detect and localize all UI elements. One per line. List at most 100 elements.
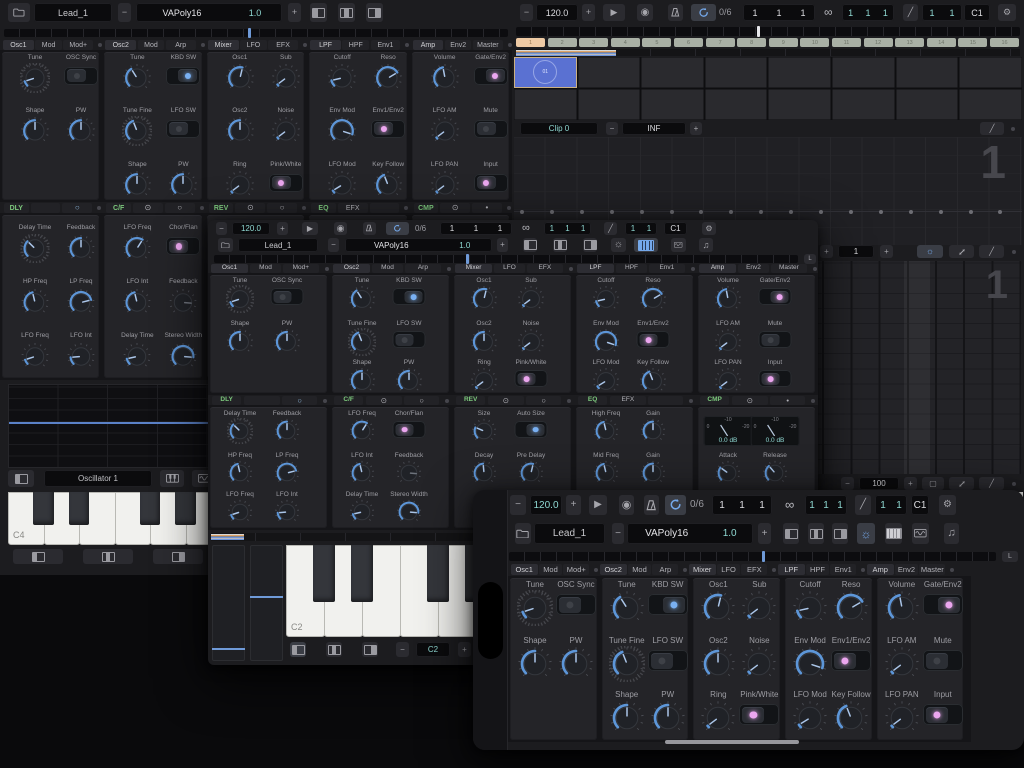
tab-lfo[interactable]: LFO — [494, 264, 526, 273]
noise-knob[interactable] — [741, 646, 777, 682]
fx-tab-eq[interactable]: EQ — [311, 203, 336, 213]
pw-knob[interactable] — [168, 170, 198, 200]
reso-knob[interactable] — [833, 590, 869, 626]
tab-osc2[interactable]: Osc2 — [600, 564, 627, 575]
pw-knob[interactable] — [66, 116, 96, 146]
lfo-int-knob[interactable] — [67, 342, 96, 371]
pink-white-toggle[interactable] — [269, 174, 303, 192]
decrement-button[interactable]: − — [520, 4, 533, 21]
velocity-plus-button[interactable]: + — [904, 477, 917, 490]
black-key[interactable] — [140, 492, 161, 525]
reso-knob[interactable] — [373, 63, 403, 93]
split-view-right-button[interactable] — [583, 238, 597, 252]
gain-knob[interactable] — [640, 418, 666, 444]
clip-length-field[interactable]: INF — [622, 122, 686, 135]
tab-env2[interactable]: Env2 — [445, 40, 472, 50]
lfo-int-knob[interactable] — [274, 499, 300, 525]
fx-tab-cmp[interactable]: CMP — [414, 203, 439, 213]
lfo-am-knob[interactable] — [884, 646, 920, 682]
step-cell-2[interactable]: 2 — [548, 38, 577, 47]
osc1-knob[interactable] — [225, 63, 255, 93]
step-cell-10[interactable]: 10 — [800, 38, 829, 47]
bar-beat-display[interactable]: 11 — [922, 4, 962, 21]
play-button[interactable]: ▶ — [589, 495, 607, 515]
select-tool-button[interactable]: ▢ — [922, 477, 944, 490]
fx-icon-circle-outline[interactable]: ○ — [404, 396, 439, 405]
fx-icon-dot[interactable]: • — [770, 396, 805, 405]
automation-point[interactable] — [849, 210, 853, 214]
fx-icon-blank[interactable] — [648, 396, 683, 405]
position-display[interactable]: 111 — [743, 4, 815, 21]
metronome-button[interactable] — [668, 4, 683, 21]
grid-settings-button[interactable]: ☼ — [917, 245, 943, 258]
step-cell-5[interactable]: 5 — [642, 38, 671, 47]
lfo-sw-toggle[interactable] — [166, 120, 200, 138]
resize-tool-button[interactable] — [949, 477, 974, 490]
fx-icon-circle-outline[interactable]: ○ — [62, 203, 92, 213]
fx-tab-rev[interactable]: REV — [209, 203, 234, 213]
automation-point[interactable] — [969, 210, 973, 214]
clip-cell[interactable] — [705, 57, 768, 88]
mid-freq-knob[interactable] — [593, 460, 619, 486]
clip-cell[interactable] — [514, 89, 577, 120]
lp-freq-knob[interactable] — [274, 460, 300, 486]
volume-knob[interactable] — [714, 285, 742, 313]
fx-icon-efx[interactable]: EFX — [610, 396, 645, 405]
bottom-layout-mid-button[interactable] — [83, 549, 133, 564]
root-key-display[interactable]: C1 — [964, 4, 990, 21]
tab-amp[interactable]: Amp — [867, 564, 894, 575]
fx-icon-circle-dot[interactable]: ⊙ — [366, 396, 401, 405]
reso-knob[interactable] — [639, 285, 667, 313]
fx-tab-c-f[interactable]: C/F — [106, 203, 131, 213]
note-settings-button[interactable]: ♫ — [699, 238, 713, 252]
lfo-pan-knob[interactable] — [884, 700, 920, 736]
fx-icon-circle-dot[interactable]: ⊙ — [488, 396, 523, 405]
osc1-knob[interactable] — [700, 590, 736, 626]
velocity-minus-button[interactable]: − — [841, 477, 854, 490]
osc-sync-toggle[interactable] — [556, 594, 596, 615]
decrement-button[interactable]: − — [216, 222, 227, 235]
delay-time-knob[interactable] — [227, 418, 253, 444]
tune-knob[interactable] — [122, 63, 152, 93]
record-button[interactable]: ◉ — [637, 4, 653, 21]
tab-efx[interactable]: EFX — [741, 564, 767, 575]
lfo-sw-toggle[interactable] — [393, 331, 426, 348]
loop-length-display[interactable]: 111 — [544, 222, 591, 235]
fx-icon-circle-dot[interactable]: ⊙ — [732, 396, 767, 405]
decay-knob[interactable] — [471, 460, 497, 486]
cutoff-knob[interactable] — [327, 63, 357, 93]
ring-knob[interactable] — [700, 700, 736, 736]
lfo-am-knob[interactable] — [714, 328, 742, 356]
pencil-tool-button[interactable]: ╱ — [604, 222, 617, 235]
osc2-knob[interactable] — [470, 328, 498, 356]
fx-icon-circle-dot[interactable]: ⊙ — [133, 203, 163, 213]
automation-point[interactable] — [520, 210, 524, 214]
auto-size-toggle[interactable] — [515, 421, 548, 438]
morph-slider-track[interactable] — [509, 552, 996, 561]
feedback-knob[interactable] — [396, 460, 422, 486]
tab-lfo[interactable]: LFO — [717, 564, 740, 575]
tune-fine-knob[interactable] — [122, 116, 152, 146]
step-cell-11[interactable]: 11 — [832, 38, 861, 47]
brightness-button[interactable]: ☼ — [857, 523, 875, 544]
clip-cell[interactable] — [768, 89, 831, 120]
fx-icon-efx[interactable]: EFX — [338, 203, 368, 213]
mute-toggle[interactable] — [923, 650, 963, 671]
metronome-button[interactable] — [644, 495, 659, 515]
lfo-freq-knob[interactable] — [21, 342, 50, 371]
ring-knob[interactable] — [225, 170, 255, 200]
lfo-mod-knob[interactable] — [327, 170, 357, 200]
lfo-int-knob[interactable] — [123, 288, 152, 317]
tab-master[interactable]: Master — [771, 264, 806, 273]
tune-knob[interactable] — [20, 63, 50, 93]
input-toggle[interactable] — [923, 704, 963, 725]
fx-icon-dot[interactable]: • — [472, 203, 502, 213]
pre-delay-knob[interactable] — [518, 460, 544, 486]
fx-tab-rev[interactable]: REV — [456, 396, 485, 405]
root-key-display[interactable]: C1 — [911, 495, 929, 515]
tab-mod[interactable]: Mod+ — [283, 264, 318, 273]
key-follow-knob[interactable] — [373, 170, 403, 200]
latch-button[interactable]: L — [804, 254, 816, 264]
tab-osc1[interactable]: Osc1 — [511, 564, 538, 575]
tab-amp[interactable]: Amp — [413, 40, 444, 50]
